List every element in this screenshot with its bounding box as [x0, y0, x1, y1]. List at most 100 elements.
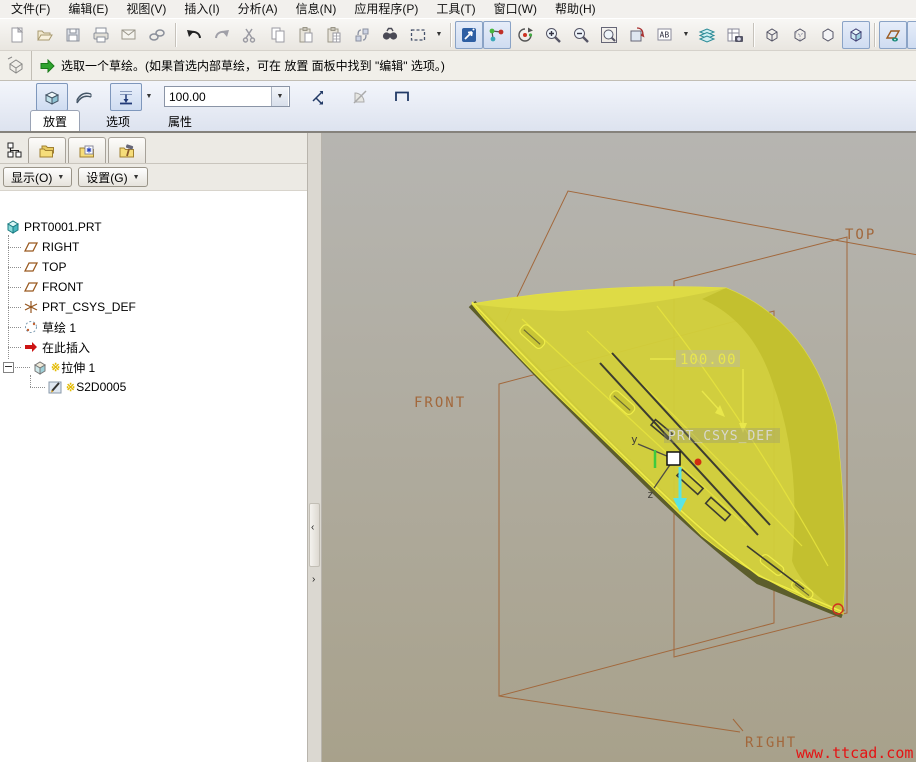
depth-option-dropdown[interactable]: ▼ [142, 83, 156, 111]
tree-item-sketch-feature[interactable]: ※ S2D0005 [0, 377, 307, 397]
paste-button[interactable] [292, 21, 320, 49]
tree-item-datum-right[interactable]: RIGHT [0, 237, 307, 257]
hidden-line-button[interactable] [786, 21, 814, 49]
tree-item-part[interactable]: PRT0001.PRT [0, 217, 307, 237]
menu-info[interactable]: 信息(N) [287, 0, 346, 18]
thicken-sketch-button[interactable] [386, 83, 418, 111]
menu-analysis[interactable]: 分析(A) [229, 0, 287, 18]
tab-placement[interactable]: 放置 [30, 110, 80, 131]
panel-splitter[interactable]: ‹ › [307, 133, 322, 762]
open-file-button[interactable] [31, 21, 59, 49]
depth-value-dropdown[interactable]: ▼ [271, 87, 288, 106]
smart-select-button[interactable] [455, 21, 483, 49]
layers-button[interactable] [693, 21, 721, 49]
chevron-down-icon: ▼ [146, 93, 153, 100]
splitter-handle[interactable] [309, 503, 320, 567]
select-box-dropdown[interactable]: ▼ [432, 21, 446, 49]
collapse-icon[interactable] [3, 362, 14, 373]
tree-item-extrude[interactable]: ※ 拉伸 1 [0, 357, 307, 377]
menu-view[interactable]: 视图(V) [117, 0, 175, 18]
menu-applications[interactable]: 应用程序(P) [345, 0, 427, 18]
menu-file[interactable]: 文件(F) [2, 0, 59, 18]
tree-item-sketch[interactable]: 草绘 1 [0, 317, 307, 337]
redo-button[interactable] [208, 21, 236, 49]
spin-center-button[interactable] [511, 21, 539, 49]
menu-bar: 文件(F) 编辑(E) 视图(V) 插入(I) 分析(A) 信息(N) 应用程序… [0, 0, 916, 18]
find-button[interactable] [376, 21, 404, 49]
settings-button[interactable]: 设置(G)▼ [78, 167, 147, 187]
chevron-down-icon: ▼ [57, 174, 64, 181]
depth-value-input[interactable] [165, 87, 271, 106]
spin-center-icon [516, 26, 534, 44]
flip-direction-button[interactable] [302, 83, 334, 111]
paste-special-button[interactable] [320, 21, 348, 49]
extrude-preview-icon [6, 56, 26, 76]
saved-views-button[interactable]: AB [651, 21, 679, 49]
reorient-button[interactable] [623, 21, 651, 49]
print-button[interactable] [87, 21, 115, 49]
navigator-tabs [0, 133, 307, 164]
menu-tools[interactable]: 工具(T) [427, 0, 484, 18]
tree-item-insert-here[interactable]: 在此插入 [0, 337, 307, 357]
favorites-tab[interactable] [68, 137, 106, 163]
menu-window[interactable]: 窗口(W) [485, 0, 546, 18]
collapse-left-icon[interactable]: ‹ [311, 523, 314, 533]
extrude-icon [32, 359, 48, 375]
remove-material-button[interactable] [344, 83, 376, 111]
connections-tab[interactable] [108, 137, 146, 163]
top-plane-label[interactable]: TOP [845, 227, 876, 243]
view-manager-button[interactable] [721, 21, 749, 49]
wireframe-button[interactable] [758, 21, 786, 49]
zoom-in-button[interactable] [539, 21, 567, 49]
menu-insert[interactable]: 插入(I) [175, 0, 228, 18]
tree-item-datum-front[interactable]: FRONT [0, 277, 307, 297]
datum-plane-display-button[interactable] [879, 21, 907, 49]
print-icon [92, 26, 110, 44]
wireframe-icon [763, 26, 781, 44]
depth-option-button[interactable] [110, 83, 142, 111]
surface-button[interactable] [68, 83, 100, 111]
new-file-button[interactable] [3, 21, 31, 49]
model-tree-tab[interactable] [2, 137, 28, 163]
tree-item-csys[interactable]: PRT_CSYS_DEF [0, 297, 307, 317]
tree-item-label: 拉伸 1 [61, 359, 95, 376]
hyperlink-button[interactable] [143, 21, 171, 49]
datum-axis-display-button[interactable] [907, 21, 916, 49]
dimension-value[interactable]: 100.00 [680, 352, 737, 368]
layers-icon [698, 26, 716, 44]
dashboard-controls: ▼ ▼ [0, 81, 916, 112]
shaded-button[interactable] [842, 21, 870, 49]
tree-item-label: FRONT [42, 280, 83, 294]
no-hidden-button[interactable] [814, 21, 842, 49]
cut-button[interactable] [236, 21, 264, 49]
zoom-fit-button[interactable] [595, 21, 623, 49]
save-button[interactable] [59, 21, 87, 49]
undo-button[interactable] [180, 21, 208, 49]
saved-views-icon: AB [656, 26, 674, 44]
view-manager-icon [726, 26, 744, 44]
menu-help[interactable]: 帮助(H) [546, 0, 605, 18]
email-button[interactable] [115, 21, 143, 49]
saved-views-dropdown[interactable]: ▼ [679, 21, 693, 49]
folder-browser-tab[interactable] [28, 137, 66, 163]
datum-points-button[interactable] [483, 21, 511, 49]
copy-button[interactable] [264, 21, 292, 49]
tree-item-datum-top[interactable]: TOP [0, 257, 307, 277]
tree-item-label: TOP [42, 260, 66, 274]
drag-handle[interactable] [667, 452, 680, 465]
zoom-out-button[interactable] [567, 21, 595, 49]
chevron-down-icon: ▼ [277, 93, 284, 100]
graphics-canvas[interactable]: 100.00 PRT_CSYS_DEF y z [322, 133, 916, 762]
right-plane-label[interactable]: RIGHT [745, 735, 797, 751]
tab-properties[interactable]: 属性 [156, 111, 204, 131]
expand-right-icon[interactable]: › [312, 575, 315, 585]
select-box-button[interactable] [404, 21, 432, 49]
regenerate-button[interactable] [348, 21, 376, 49]
show-button[interactable]: 显示(O)▼ [3, 167, 72, 187]
solid-button[interactable] [36, 83, 68, 111]
shaded-icon [847, 26, 865, 44]
tab-options[interactable]: 选项 [94, 111, 142, 131]
axis-y-label: y [631, 433, 638, 446]
front-plane-label[interactable]: FRONT [414, 395, 466, 411]
menu-edit[interactable]: 编辑(E) [59, 0, 117, 18]
